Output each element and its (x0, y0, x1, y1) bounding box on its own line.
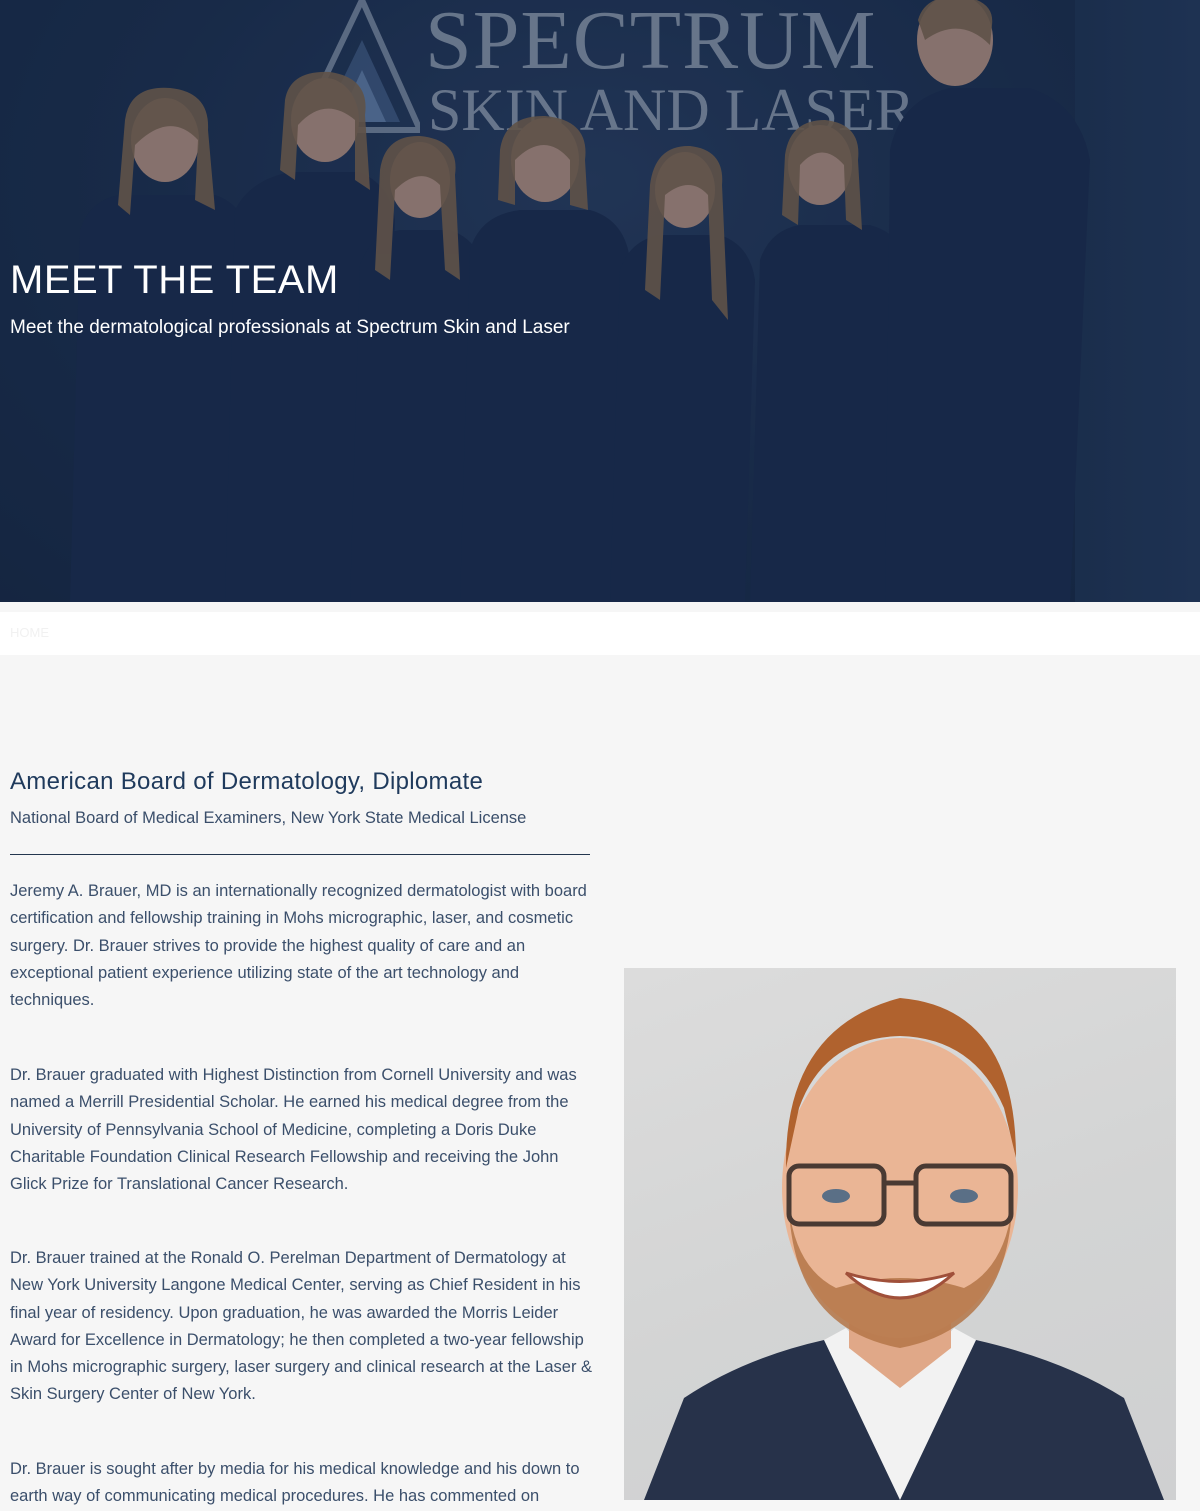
credential-heading: American Board of Dermatology, Diplomate (10, 768, 484, 795)
section-divider (10, 854, 590, 855)
credential-subheading: National Board of Medical Examiners, New… (10, 809, 527, 827)
doctor-portrait (624, 968, 1176, 1500)
page-subtitle: Meet the dermatological professionals at… (10, 317, 570, 338)
page-title: MEET THE TEAM (10, 258, 339, 302)
bio-paragraph: Dr. Brauer is sought after by media for … (10, 1460, 580, 1506)
breadcrumb-home-link[interactable]: HOME (10, 625, 49, 640)
doctor-portrait-illustration (644, 998, 1164, 1500)
bio-paragraph: Jeremy A. Brauer, MD is an international… (10, 882, 587, 1010)
breadcrumb (0, 612, 1200, 655)
hero-banner: SPECTRUM SKIN AND LASER MEET THE TEAM Me… (0, 0, 1200, 602)
bio-paragraph: Dr. Brauer graduated with Highest Distin… (10, 1066, 577, 1194)
bio-paragraph: Dr. Brauer trained at the Ronald O. Pere… (10, 1249, 593, 1404)
